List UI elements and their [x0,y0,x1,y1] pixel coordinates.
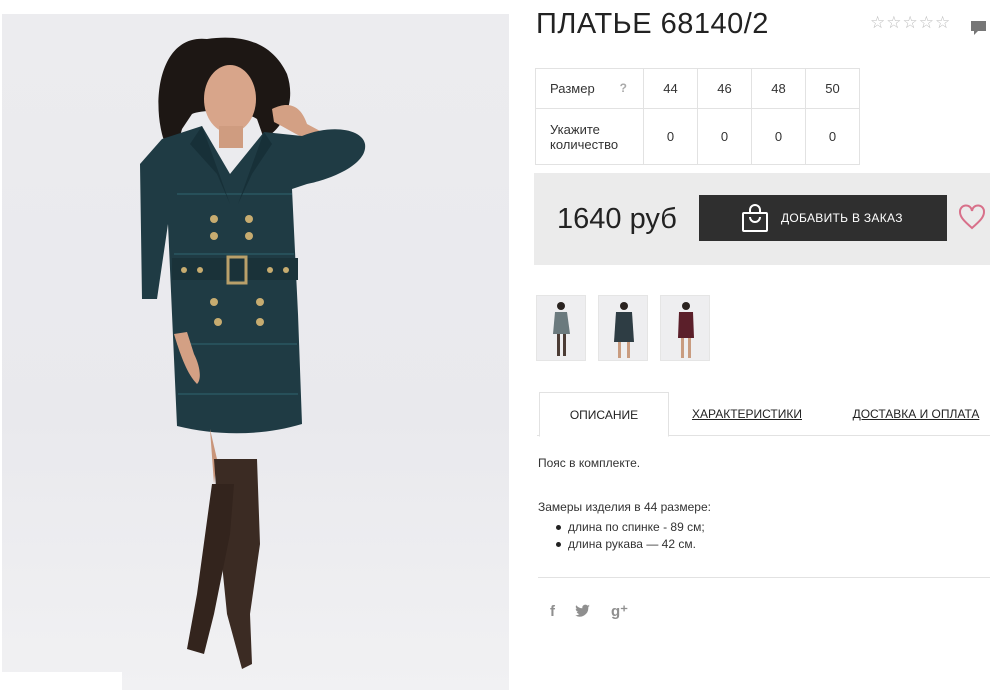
list-item: длина рукава — 42 см. [554,536,988,553]
star-icon[interactable]: ☆ [903,14,918,31]
description-panel: Пояс в комплекте. Замеры изделия в 44 ра… [538,455,988,553]
info-tabs: ОПИСАНИЕ ХАРАКТЕРИСТИКИ ДОСТАВКА И ОПЛАТ… [537,392,990,437]
product-title: ПЛАТЬЕ 68140/2 [536,8,769,40]
star-icon[interactable]: ☆ [870,14,885,31]
description-intro: Пояс в комплекте. [538,456,641,470]
comment-icon[interactable] [970,19,987,36]
model-in-dress-photo [140,37,366,669]
quantity-input[interactable]: 0 [643,108,698,165]
thumbnail-2[interactable] [598,295,648,361]
size-label: Размер ? [535,68,644,109]
add-to-order-label: ДОБАВИТЬ В ЗАКАЗ [781,211,903,225]
dress-thumbnail-icon [678,302,694,358]
price: 1640 руб [557,203,677,235]
measures-title: Замеры изделия в 44 размере: [538,500,711,514]
thumbnail-3[interactable] [660,295,710,361]
quantity-input[interactable]: 0 [751,108,806,165]
size-option[interactable]: 48 [751,68,806,109]
quantity-input[interactable]: 0 [805,108,860,165]
list-item: длина по спинке - 89 см; [554,519,988,536]
add-to-order-button[interactable]: ДОБАВИТЬ В ЗАКАЗ [699,195,947,241]
google-plus-icon[interactable]: g⁺ [611,602,628,620]
dress-thumbnail-icon [614,302,634,358]
quantity-label: Укажите количество [535,108,644,165]
size-table: Размер ? 44 46 48 50 Укажите количество … [535,68,860,165]
size-help-icon[interactable]: ? [620,81,627,96]
social-share: f g⁺ [550,602,628,621]
tab-delivery-payment[interactable]: ДОСТАВКА И ОПЛАТА [842,392,990,436]
dress-thumbnail-icon [553,302,570,356]
thumbnail-gallery [536,295,710,361]
rating-stars[interactable]: ☆ ☆ ☆ ☆ ☆ [870,14,950,31]
star-icon[interactable]: ☆ [886,14,901,31]
shopping-bag-icon [742,204,768,232]
star-icon[interactable]: ☆ [919,14,934,31]
twitter-icon[interactable] [575,604,591,618]
size-option[interactable]: 44 [643,68,698,109]
size-option[interactable]: 46 [697,68,752,109]
buy-panel: 1640 руб ДОБАВИТЬ В ЗАКАЗ [534,173,990,265]
facebook-icon[interactable]: f [550,603,555,620]
heart-icon[interactable] [958,204,986,230]
tab-characteristics[interactable]: ХАРАКТЕРИСТИКИ [677,392,817,436]
star-icon[interactable]: ☆ [935,14,950,31]
product-photo[interactable] [2,14,509,690]
tab-description[interactable]: ОПИСАНИЕ [539,392,669,437]
divider [538,577,990,578]
thumbnail-1[interactable] [536,295,586,361]
measures-list: длина по спинке - 89 см; длина рукава — … [538,519,988,553]
size-option[interactable]: 50 [805,68,860,109]
quantity-input[interactable]: 0 [697,108,752,165]
